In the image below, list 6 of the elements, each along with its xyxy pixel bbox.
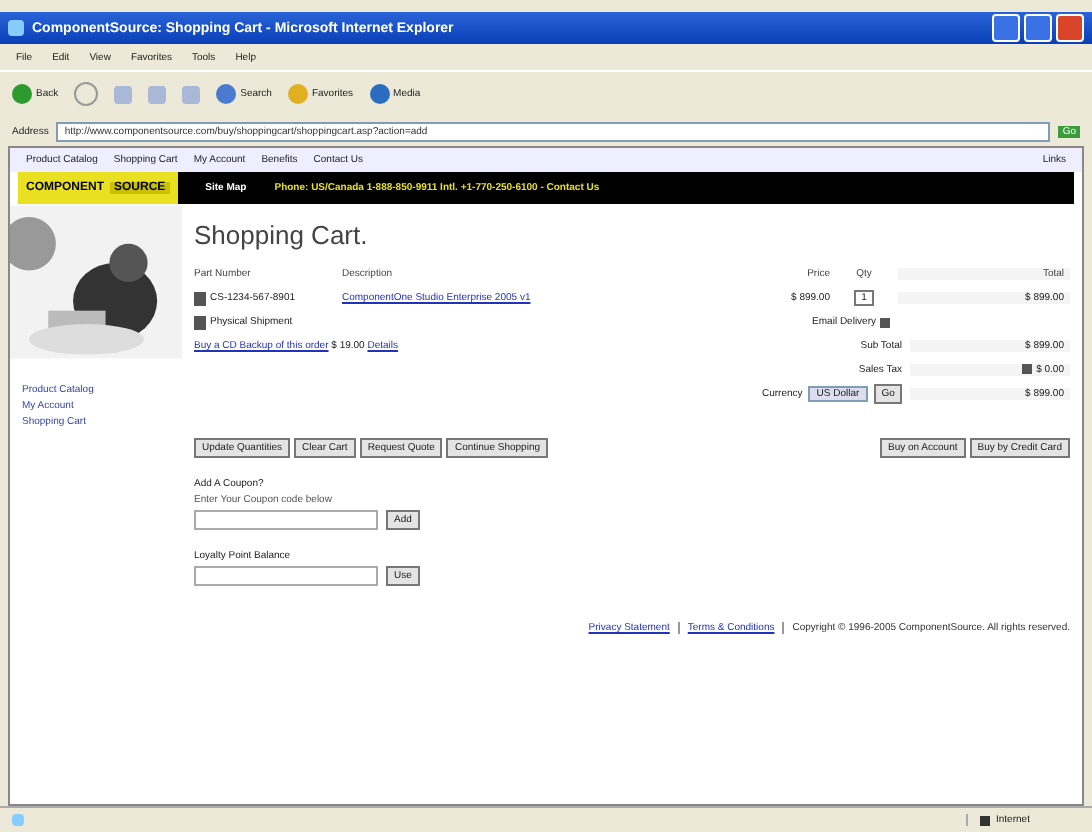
coupon-field[interactable] bbox=[194, 510, 378, 530]
maximize-button[interactable] bbox=[1024, 14, 1052, 42]
close-button[interactable] bbox=[1056, 14, 1084, 42]
minimize-button[interactable] bbox=[992, 14, 1020, 42]
page-heading: Shopping Cart. bbox=[194, 220, 370, 250]
points-field[interactable] bbox=[194, 566, 378, 586]
